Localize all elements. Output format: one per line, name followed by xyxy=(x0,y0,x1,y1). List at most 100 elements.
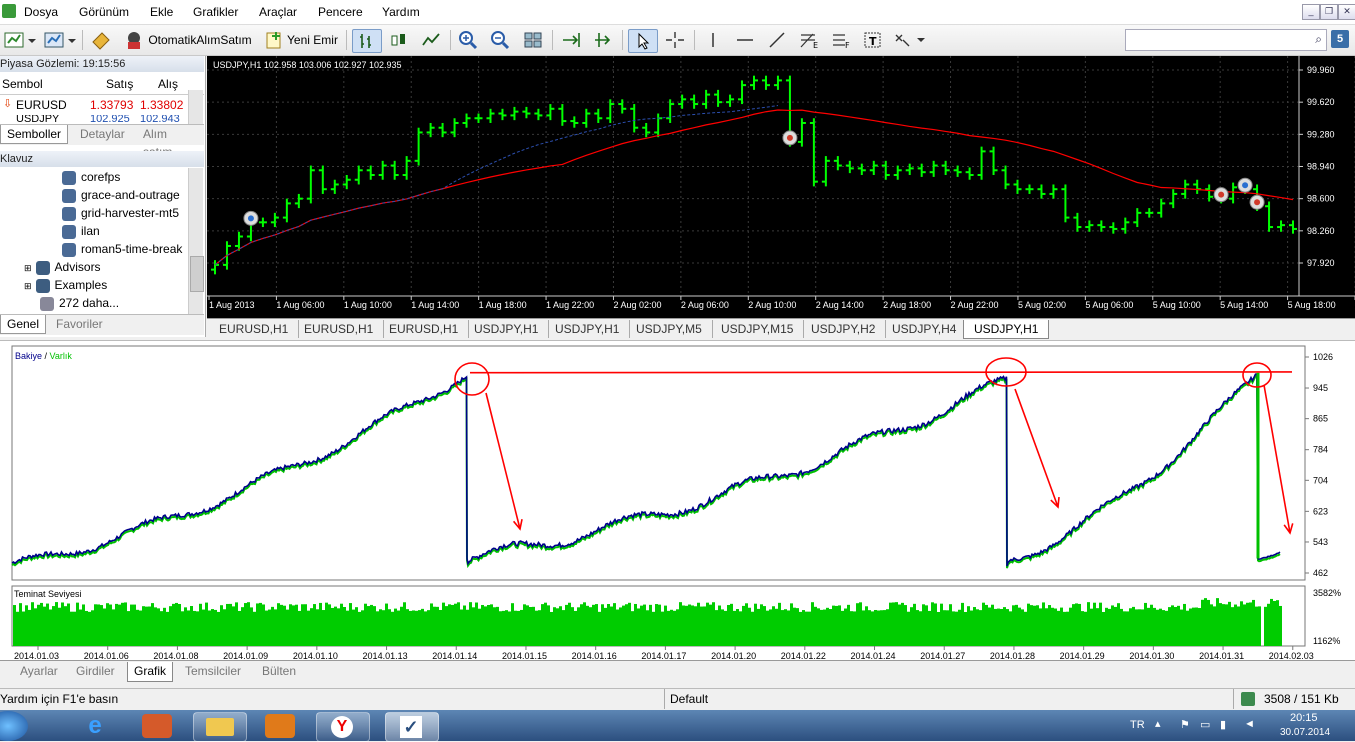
line-chart-button[interactable] xyxy=(418,29,444,51)
start-button[interactable] xyxy=(0,711,28,741)
balance-graph-canvas[interactable]: 10269458657847046235434623582%1162%2014.… xyxy=(0,341,1355,661)
tab-journal[interactable]: Bülten xyxy=(262,662,296,681)
language-indicator[interactable]: TR xyxy=(1130,719,1145,731)
restore-button[interactable]: ❐ xyxy=(1320,4,1338,20)
chart-tab[interactable]: USDJPY,H1 xyxy=(963,320,1050,339)
table-row[interactable]: ⇩ EURUSD 1.33793 1.33802 xyxy=(0,95,188,115)
margin-bar xyxy=(187,610,190,646)
metatrader-icon[interactable]: ✓ xyxy=(385,712,439,742)
price-bar xyxy=(1013,179,1022,194)
tab-favorites[interactable]: Favoriler xyxy=(50,315,109,333)
tab-settings[interactable]: Ayarlar xyxy=(20,662,58,681)
ie-icon[interactable]: e xyxy=(78,713,112,739)
text-icon[interactable]: T xyxy=(860,29,886,51)
tree-item[interactable]: roman5-time-break xyxy=(62,242,186,257)
vertical-line-icon[interactable] xyxy=(700,29,726,51)
tree-folder[interactable]: ⊞ Advisors xyxy=(24,260,101,275)
app-icon[interactable] xyxy=(2,4,16,18)
zoom-in-icon[interactable] xyxy=(456,29,480,51)
col-bid[interactable]: Satış xyxy=(106,77,133,91)
tab-inputs[interactable]: Girdiler xyxy=(76,662,115,681)
autoscroll-icon[interactable] xyxy=(590,29,616,51)
chart-tab[interactable]: EURUSD,H1 xyxy=(379,320,470,338)
metaeditor-icon[interactable] xyxy=(88,29,114,51)
table-row[interactable]: USDJPY 102.925 102.943 xyxy=(0,115,188,123)
tab-graph[interactable]: Grafik xyxy=(127,662,174,682)
close-button[interactable]: ✕ xyxy=(1338,4,1355,20)
tab-general[interactable]: Genel xyxy=(0,315,47,334)
arrows-dropdown-icon[interactable] xyxy=(892,29,928,51)
y-label: 865 xyxy=(1313,414,1328,424)
tree-item[interactable]: 272 daha... xyxy=(40,296,119,311)
yandex-icon[interactable]: Y xyxy=(316,712,370,742)
cursor-icon[interactable] xyxy=(628,29,658,53)
expand-icon[interactable]: ⊞ xyxy=(24,281,32,291)
tray-expand-icon[interactable]: ▴ xyxy=(1155,717,1161,730)
chart-shift-icon[interactable] xyxy=(558,29,584,51)
chart-tab[interactable]: USDJPY,H1 xyxy=(464,320,550,338)
tab-trading[interactable]: Alım satım xyxy=(137,125,204,159)
tree-item[interactable]: ilan xyxy=(62,224,100,239)
clock-date[interactable]: 30.07.2014 xyxy=(1280,727,1330,739)
trendline-icon[interactable] xyxy=(764,29,790,51)
margin-bar xyxy=(916,610,919,646)
new-order-button[interactable]: Yeni Emir xyxy=(262,29,340,51)
menu-view[interactable]: Görünüm xyxy=(79,5,129,19)
horizontal-line-icon[interactable] xyxy=(732,29,758,51)
new-chart-button[interactable] xyxy=(2,29,38,51)
profiles-button[interactable] xyxy=(42,29,78,51)
tab-agents[interactable]: Temsilciler xyxy=(185,662,241,681)
fibonacci-icon[interactable]: E xyxy=(796,29,822,51)
col-symbol[interactable]: Sembol xyxy=(2,77,43,91)
tree-item[interactable]: corefps xyxy=(62,170,120,185)
bar-chart-button[interactable] xyxy=(352,29,382,53)
zoom-out-icon[interactable] xyxy=(488,29,512,51)
candle-chart-button[interactable] xyxy=(386,29,412,51)
menu-file[interactable]: Dosya xyxy=(24,5,58,19)
search-icon[interactable]: ⌕ xyxy=(1315,32,1322,47)
col-ask[interactable]: Alış xyxy=(158,77,178,91)
chart-tab[interactable]: USDJPY,H4 xyxy=(882,320,968,338)
display-icon[interactable]: ▭ xyxy=(1200,718,1210,731)
navigator-scrollbar[interactable] xyxy=(188,168,204,314)
network-icon[interactable]: ▮ xyxy=(1220,718,1226,731)
market-watch-scrollbar[interactable] xyxy=(188,90,203,124)
search-input[interactable]: ⌕ xyxy=(1125,29,1327,51)
flag-icon[interactable]: ⚑ xyxy=(1180,718,1190,731)
connection-icon[interactable] xyxy=(1241,692,1255,706)
chart-tab[interactable]: USDJPY,M15 xyxy=(711,320,805,338)
trade-marker-icon xyxy=(1249,194,1265,210)
crosshair-icon[interactable] xyxy=(662,29,688,51)
price-bar xyxy=(965,167,974,180)
tree-folder[interactable]: ⊞ Examples xyxy=(24,278,107,293)
clock-time[interactable]: 20:15 xyxy=(1290,712,1318,724)
explorer-icon[interactable] xyxy=(193,712,247,742)
menu-insert[interactable]: Ekle xyxy=(150,5,173,19)
chart-tab[interactable]: EURUSD,H1 xyxy=(209,320,300,338)
volume-icon[interactable]: ◄ xyxy=(1244,718,1255,730)
tree-item[interactable]: grace-and-outrage xyxy=(62,188,180,203)
price-chart[interactable]: 99.960 99.620 99.280 98.940 98.600 98.260 97.9… xyxy=(207,56,1355,318)
tab-details[interactable]: Detaylar xyxy=(74,125,131,143)
channel-icon[interactable]: F xyxy=(828,29,854,51)
media-player-icon[interactable] xyxy=(265,714,295,738)
margin-bar xyxy=(502,610,505,646)
tree-item[interactable]: grid-harvester-mt5 xyxy=(62,206,179,221)
menu-window[interactable]: Pencere xyxy=(318,5,363,19)
price-chart-canvas[interactable]: 99.960 99.620 99.280 98.940 98.600 98.260 97.9… xyxy=(207,56,1355,318)
margin-bar xyxy=(256,603,259,646)
tab-symbols[interactable]: Semboller xyxy=(0,125,69,144)
chart-tab[interactable]: EURUSD,H1 xyxy=(294,320,385,338)
chart-tab[interactable]: USDJPY,M5 xyxy=(626,320,713,338)
auto-trading-button[interactable]: OtomatikAlımSatım xyxy=(120,29,255,51)
chart-tab[interactable]: USDJPY,H1 xyxy=(545,320,631,338)
expand-icon[interactable]: ⊞ xyxy=(24,263,32,273)
chart-tab[interactable]: USDJPY,H2 xyxy=(801,320,887,338)
mql5-icon[interactable]: 5 xyxy=(1331,30,1349,48)
minimize-button[interactable]: _ xyxy=(1302,4,1320,20)
tile-windows-icon[interactable] xyxy=(520,29,546,51)
menu-charts[interactable]: Grafikler xyxy=(193,5,238,19)
menu-tools[interactable]: Araçlar xyxy=(259,5,297,19)
media-center-icon[interactable] xyxy=(142,714,172,738)
menu-help[interactable]: Yardım xyxy=(382,5,420,19)
